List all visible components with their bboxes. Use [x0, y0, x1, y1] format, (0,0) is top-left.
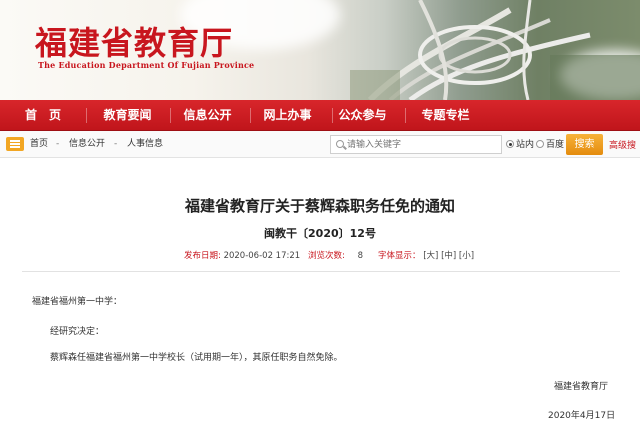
- breadcrumb-separator: -: [56, 139, 60, 149]
- publish-date-value: 2020-06-02 17:21: [223, 251, 301, 261]
- site-banner: 福建省教育厅 The Education Department Of Fujia…: [0, 0, 640, 100]
- scope-radio-baidu[interactable]: [536, 140, 544, 148]
- publish-date: 发布日期: 2020-06-02 17:21: [184, 249, 300, 261]
- font-size-small-button[interactable]: [小]: [459, 251, 474, 261]
- nav-divider: [86, 108, 87, 123]
- breadcrumb-personnel-info[interactable]: 人事信息: [127, 131, 163, 158]
- nav-info-disclosure[interactable]: 信息公开: [170, 100, 245, 131]
- scope-label-baidu: 百度: [546, 140, 565, 150]
- recipient: 福建省福州第一中学：: [32, 297, 123, 307]
- signature: 福建省教育厅: [554, 382, 609, 392]
- scope-label-site: 站内: [516, 140, 535, 150]
- article-title: 福建省教育厅关于蔡辉森职务任免的通知: [184, 197, 455, 215]
- breadcrumb-bar: 首页 - 信息公开 - 人事信息: [0, 131, 640, 158]
- site-title: 福建省教育厅: [35, 24, 234, 62]
- nav-divider: [405, 108, 406, 123]
- main-nav: 首 页 教育要闻 信息公开 网上办事 公众参与 专题专栏: [0, 100, 640, 131]
- body-paragraph: 经研究决定：: [50, 327, 105, 337]
- document-number: 闽教干〔2020〕12号: [264, 227, 376, 240]
- view-count: 浏览次数: 8: [308, 249, 363, 261]
- search-button[interactable]: 搜索: [566, 134, 603, 155]
- menu-icon: [6, 137, 24, 151]
- breadcrumb-separator: -: [114, 139, 118, 149]
- search-field: [330, 135, 502, 154]
- advanced-search-link[interactable]: 高级搜: [609, 138, 636, 151]
- search-input[interactable]: [347, 136, 497, 153]
- nav-education-news[interactable]: 教育要闻: [90, 100, 165, 131]
- search-icon: [336, 140, 344, 148]
- breadcrumb-info-disclosure[interactable]: 信息公开: [69, 131, 105, 158]
- body-paragraph: 蔡辉森任福建省福州第一中学校长（试用期一年），其原任职务自然免除。: [50, 353, 343, 363]
- nav-home[interactable]: 首 页: [8, 100, 78, 131]
- publish-date-label: 发布日期:: [184, 251, 221, 261]
- view-count-value: 8: [357, 251, 363, 261]
- scope-radio-site[interactable]: [506, 140, 514, 148]
- issue-date: 2020年4月17日: [548, 411, 616, 421]
- site-subtitle: The Education Department Of Fujian Provi…: [38, 60, 255, 70]
- nav-online-services[interactable]: 网上办事: [250, 100, 325, 131]
- content-divider: [22, 271, 620, 272]
- view-count-label: 浏览次数:: [308, 251, 345, 261]
- nav-public-participation[interactable]: 公众参与: [325, 100, 400, 131]
- nav-special-topics[interactable]: 专题专栏: [408, 100, 483, 131]
- font-size-label: 字体显示：: [378, 251, 421, 261]
- highway-interchange-photo: [350, 0, 640, 100]
- font-size-medium-button[interactable]: [中]: [441, 251, 456, 261]
- font-size-controls: 字体显示： [大] [中] [小]: [378, 249, 474, 261]
- font-size-large-button[interactable]: [大]: [423, 251, 438, 261]
- breadcrumb-home[interactable]: 首页: [30, 131, 48, 158]
